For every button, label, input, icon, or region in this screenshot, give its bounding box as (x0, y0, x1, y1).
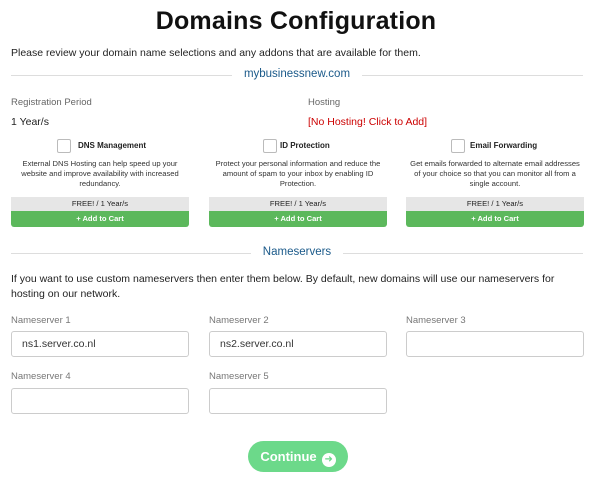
nameserver-5-input[interactable] (209, 388, 387, 414)
addon-email-forwarding: Email Forwarding Get emails forwarded to… (406, 139, 584, 227)
addon-price: FREE! / 1 Year/s (209, 197, 387, 211)
nameserver-2-input[interactable] (209, 331, 387, 357)
nameserver-1-input[interactable] (11, 331, 189, 357)
addon-price: FREE! / 1 Year/s (406, 197, 584, 211)
page-intro: Please review your domain name selection… (11, 47, 421, 59)
nameserver-3-input[interactable] (406, 331, 584, 357)
email-forwarding-checkbox[interactable] (451, 139, 465, 153)
hosting-label: Hosting (308, 97, 341, 108)
addon-description: Protect your personal information and re… (215, 159, 381, 189)
nameservers-intro: If you want to use custom nameservers th… (11, 273, 555, 300)
nameserver-3-label: Nameserver 3 (406, 315, 466, 326)
nameserver-2-label: Nameserver 2 (209, 315, 269, 326)
nameserver-4-label: Nameserver 4 (11, 371, 71, 382)
addon-description: Get emails forwarded to alternate email … (410, 159, 580, 189)
domain-name: mybusinessnew.com (231, 68, 363, 80)
nameservers-heading: Nameservers (250, 246, 344, 258)
addon-dns-management: DNS Management External DNS Hosting can … (11, 139, 189, 227)
addon-id-protection: ID Protection Protect your personal info… (209, 139, 387, 227)
nameserver-5-label: Nameserver 5 (209, 371, 269, 382)
addon-price: FREE! / 1 Year/s (11, 197, 189, 211)
registration-period-label: Registration Period (11, 97, 92, 108)
nameservers-divider: Nameservers (11, 246, 583, 260)
add-hosting-link[interactable]: [No Hosting! Click to Add] (308, 116, 427, 128)
registration-period-value: 1 Year/s (11, 116, 49, 128)
addon-name: ID Protection (280, 141, 330, 150)
nameserver-1-label: Nameserver 1 (11, 315, 71, 326)
page-title: Domains Configuration (155, 7, 437, 35)
dns-management-checkbox[interactable] (57, 139, 71, 153)
addon-name: Email Forwarding (470, 141, 538, 150)
id-protection-checkbox[interactable] (263, 139, 277, 153)
addon-description: External DNS Hosting can help speed up y… (21, 159, 179, 189)
continue-button[interactable]: Continue ➜ (248, 441, 348, 472)
nameserver-4-input[interactable] (11, 388, 189, 414)
continue-label: Continue (260, 449, 317, 464)
addon-name: DNS Management (78, 141, 147, 150)
dns-management-add-to-cart-button[interactable]: + Add to Cart (11, 211, 189, 227)
arrow-circle-right-icon: ➜ (321, 453, 336, 467)
id-protection-add-to-cart-button[interactable]: + Add to Cart (209, 211, 387, 227)
email-forwarding-add-to-cart-button[interactable]: + Add to Cart (406, 211, 584, 227)
domain-divider: mybusinessnew.com (11, 68, 583, 82)
